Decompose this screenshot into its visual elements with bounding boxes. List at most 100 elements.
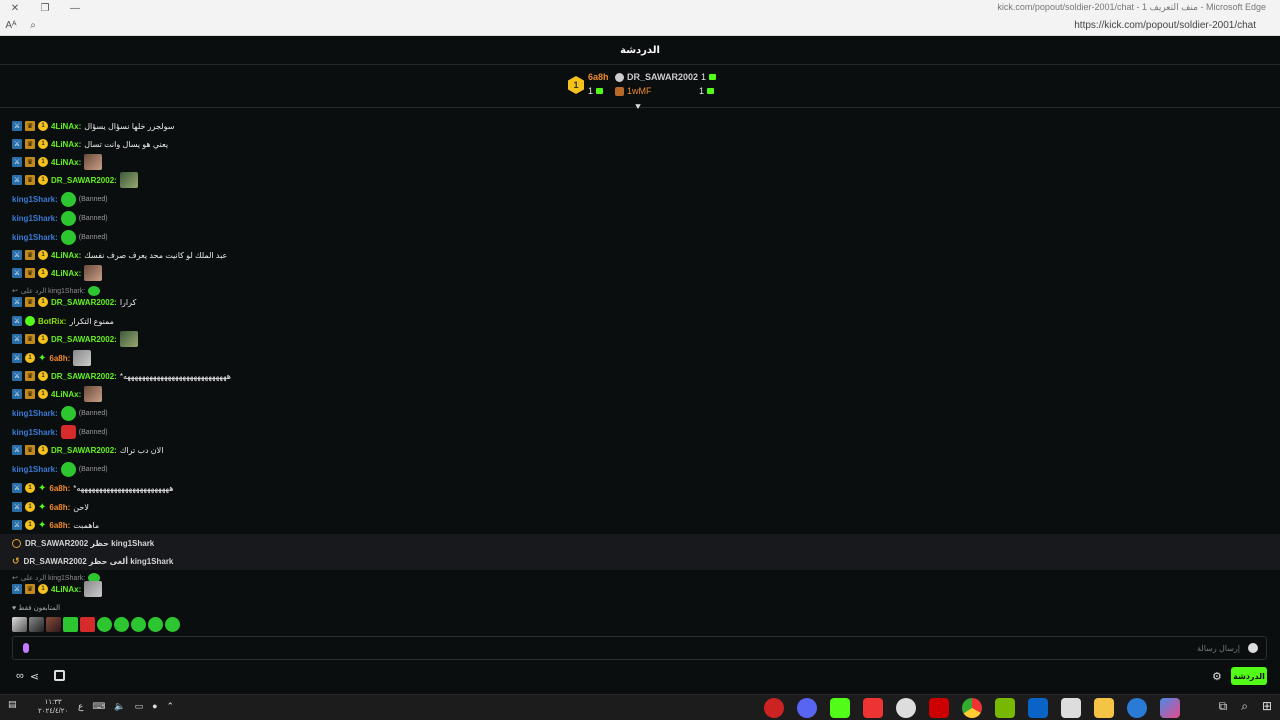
folder-icon[interactable] <box>1094 698 1114 718</box>
gift-icon[interactable] <box>54 670 65 681</box>
taskbar-right: ⧉ ⌕ ⊞ <box>1219 699 1272 714</box>
mic-tray-icon[interactable]: ● <box>152 701 157 712</box>
ban-icon <box>12 538 21 548</box>
username[interactable]: king1Shark: <box>12 409 58 418</box>
app-icon[interactable] <box>929 698 949 718</box>
search-icon[interactable]: ⌕ <box>1241 699 1248 714</box>
username[interactable]: 6a8h: <box>49 503 70 512</box>
close-icon[interactable]: ✕ <box>0 0 30 16</box>
chat-message: ⚔ ♛ 1 4LiNAx: <box>12 154 103 170</box>
url-field[interactable]: https://kick.com/popout/soldier-2001/cha… <box>1074 20 1256 31</box>
leader-count-1: 1 <box>588 86 604 96</box>
edge-icon[interactable] <box>1127 698 1147 718</box>
emote-button[interactable] <box>46 617 61 632</box>
app-icon[interactable] <box>863 698 883 718</box>
outlook-icon[interactable] <box>1028 698 1048 718</box>
emote-button[interactable] <box>148 617 163 632</box>
network-icon[interactable]: ▭ <box>135 701 144 712</box>
store-icon[interactable] <box>1061 698 1081 718</box>
username[interactable]: king1Shark: <box>12 214 58 223</box>
app-icon[interactable] <box>896 698 916 718</box>
moderation-event: ↺ DR_SAWAR2002 ألغى حظر king1Shark <box>0 552 1280 570</box>
username[interactable]: 4LiNAx: <box>51 251 81 260</box>
chat-message: king1Shark: (Banned) <box>12 424 108 440</box>
restore-icon[interactable]: ❐ <box>30 0 60 16</box>
username[interactable]: king1Shark: <box>12 465 58 474</box>
username[interactable]: king1Shark: <box>12 233 58 242</box>
leader-item-3[interactable]: 1wMF <box>615 86 652 96</box>
gear-icon[interactable]: ⚙ <box>1212 670 1222 683</box>
collapse-chevron-icon[interactable]: ⯆ <box>634 102 642 113</box>
username[interactable]: DR_SAWAR2002: <box>51 298 117 307</box>
moderator-badge-icon: ⚔ <box>12 175 22 185</box>
read-aloud-icon[interactable]: Aᴬ <box>0 16 22 36</box>
notification-icon[interactable]: ▤ <box>8 699 17 710</box>
sub-badge-icon: 1 <box>25 483 35 493</box>
emote-image <box>84 581 103 597</box>
username[interactable]: 4LiNAx: <box>51 585 81 594</box>
task-view-icon[interactable]: ⧉ <box>1219 699 1228 714</box>
username[interactable]: 4LiNAx: <box>51 269 81 278</box>
leader-count-3: 1 <box>699 86 715 96</box>
emote-button[interactable] <box>165 617 180 632</box>
crown-badge-icon: ♛ <box>25 139 35 149</box>
input-language[interactable]: ع <box>78 701 83 712</box>
chevron-up-icon[interactable]: ⌃ <box>167 701 175 712</box>
message-text: يعني هو يسال وانت تسال <box>84 139 169 149</box>
username[interactable]: 4LiNAx: <box>51 140 81 149</box>
minimize-icon[interactable]: — <box>60 0 90 16</box>
crown-badge-icon: ♛ <box>25 584 35 594</box>
username[interactable]: 4LiNAx: <box>51 158 81 167</box>
username[interactable]: 6a8h: <box>49 354 70 363</box>
username[interactable]: 4LiNAx: <box>51 122 81 131</box>
sub-badge-icon: 1 <box>38 175 48 185</box>
leader-item-2[interactable]: DR_SAWAR2002 1 <box>615 72 717 82</box>
emote-button[interactable] <box>114 617 129 632</box>
share-icon[interactable]: ⋖ <box>30 670 39 683</box>
username[interactable]: 4LiNAx: <box>51 390 81 399</box>
chat-message: ⚔ ♛ 1 DR_SAWAR2002: الان دب تراك <box>12 442 163 458</box>
nvidia-icon[interactable] <box>995 698 1015 718</box>
username[interactable]: DR_SAWAR2002: <box>51 176 117 185</box>
chat-message: king1Shark: (Banned) <box>12 229 108 245</box>
search-icon[interactable]: ⌕ <box>22 16 44 36</box>
keyboard-icon[interactable]: ⌨ <box>92 701 105 712</box>
moderation-event: DR_SAWAR2002 حظر king1Shark <box>0 534 1280 552</box>
discord-icon[interactable] <box>797 698 817 718</box>
emote-image <box>60 425 76 439</box>
chat-message: ⚔ ♛ 1 DR_SAWAR2002: *ههههههههههههههههههههه… <box>12 368 231 384</box>
start-icon[interactable]: ⊞ <box>1262 699 1272 714</box>
volume-icon[interactable]: 🔈 <box>114 701 125 712</box>
username[interactable]: 6a8h: <box>49 484 70 493</box>
message-input[interactable] <box>60 640 1240 656</box>
app-icon[interactable] <box>764 698 784 718</box>
emoji-picker-icon[interactable] <box>1248 643 1258 653</box>
username[interactable]: DR_SAWAR2002: <box>51 335 117 344</box>
emote-button[interactable] <box>97 617 112 632</box>
clock[interactable]: ١١:٣٣ ٢٠٢٤/٤/٢٠ <box>38 698 68 716</box>
emote-button[interactable] <box>80 617 95 632</box>
infinity-icon[interactable]: ∞ <box>16 670 24 683</box>
emote-button[interactable] <box>63 617 78 632</box>
chrome-icon[interactable] <box>962 698 982 718</box>
moderator-badge-icon: ⚔ <box>12 584 22 594</box>
username[interactable]: BotRix: <box>38 317 66 326</box>
username[interactable]: king1Shark: <box>12 428 58 437</box>
mic-icon[interactable] <box>23 643 29 653</box>
moderator-badge-icon: ⚔ <box>12 250 22 260</box>
username[interactable]: 6a8h: <box>49 521 70 530</box>
emote-button[interactable] <box>131 617 146 632</box>
chat-send-button[interactable]: الدردشة <box>1231 667 1267 685</box>
sub-badge-icon: 1 <box>38 334 48 344</box>
emote-button[interactable] <box>12 617 27 632</box>
emote-button[interactable] <box>29 617 44 632</box>
moderator-badge-icon: ⚔ <box>12 297 22 307</box>
username[interactable]: DR_SAWAR2002: <box>51 446 117 455</box>
username[interactable]: king1Shark: <box>12 195 58 204</box>
username[interactable]: DR_SAWAR2002: <box>51 372 117 381</box>
message-text: كرارا <box>119 297 137 307</box>
kick-icon[interactable] <box>830 698 850 718</box>
chat-message: ⚔ 1 ✦ 6a8h: *هههههههههههههههههههههههههه <box>12 480 173 496</box>
leader-item-1[interactable]: 6a8h <box>588 72 609 82</box>
copilot-icon[interactable] <box>1160 698 1180 718</box>
